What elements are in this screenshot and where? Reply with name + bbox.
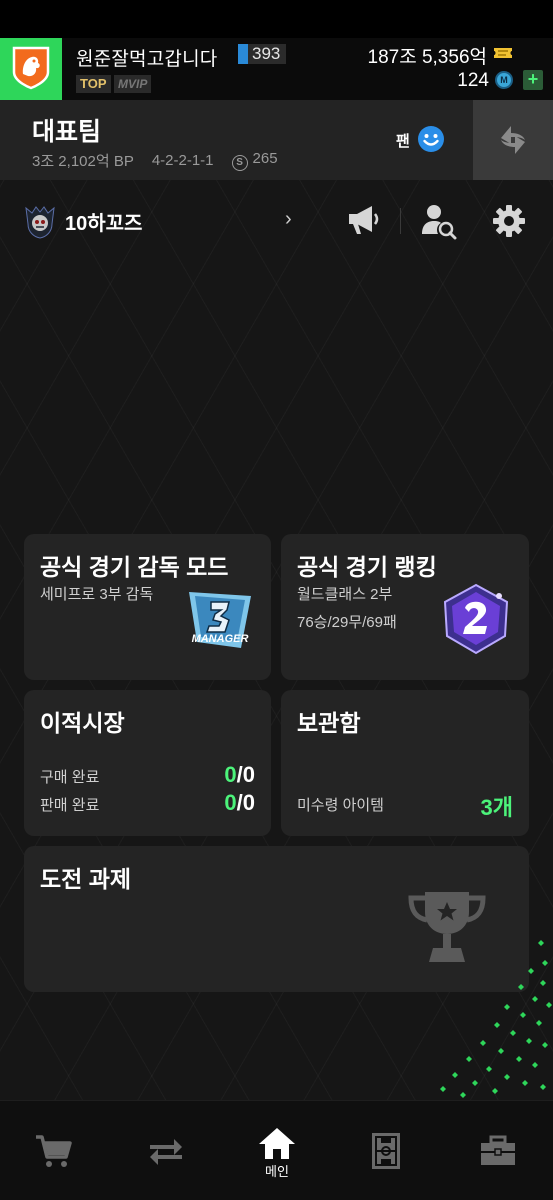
shop-cart-icon[interactable] [34,1131,74,1171]
unclaimed-count-value: 3개 [480,795,513,820]
fc-coin-icon: M [495,71,513,89]
buy-complete-count: 0/0 [224,762,255,788]
transfer-arrows-icon[interactable] [146,1131,186,1171]
ranking-division: 월드클래스 2부 [297,586,393,603]
team-stats: 3조 2,102억 BP 4-2-2-1-1 S 265 [32,150,278,171]
profile-bar: 원준잘먹고갑니다 393 TOP MVIP 187조 5,356억 124 M … [0,38,553,100]
chevron-right-icon[interactable]: › [285,208,292,231]
pitch-icon[interactable] [366,1131,406,1171]
sell-total-value: /0 [236,790,255,815]
buy-total-value: /0 [236,762,255,787]
unclaimed-items-count: 3개 [481,790,513,822]
guild-name[interactable]: 10하꼬즈 [65,207,142,236]
user-search-icon[interactable] [420,202,458,240]
sell-done-value: 0 [224,790,237,815]
storage-card[interactable]: 보관함 미수령 아이템 3개 [281,690,529,836]
fan-label[interactable]: 팬 [396,130,410,151]
club-crest-icon [12,46,50,90]
divider [400,208,401,234]
team-title: 대표팀 [32,118,102,146]
manager-division-emblem: MANAGER [189,592,251,648]
fc-amount: 124 [457,70,489,91]
manager-mode-card[interactable]: 공식 경기 감독 모드 세미프로 3부 감독 MANAGER [24,534,271,680]
salary-icon: S [231,155,248,171]
worldclass-division-emblem [443,583,509,655]
salary-value: 265 [252,150,278,167]
transfer-market-title: 이적시장 [40,710,125,736]
status-bar [0,0,553,38]
ranking-title: 공식 경기 랭킹 [297,554,437,580]
manager-mode-division: 세미프로 3부 감독 [40,586,154,603]
swap-team-button[interactable] [473,100,553,180]
guild-row: 10하꼬즈 › [0,180,553,260]
team-formation: 4-2-2-1-1 [151,152,214,169]
guild-emblem-icon[interactable] [22,204,58,240]
manager-mode-title: 공식 경기 감독 모드 [40,554,229,580]
club-logo[interactable] [0,38,62,100]
locker-icon[interactable] [478,1131,518,1171]
team-value: 3조 2,102억 BP [32,153,134,170]
home-icon[interactable] [257,1125,297,1165]
ranking-card[interactable]: 공식 경기 랭킹 월드클래스 2부 76승/29무/69패 [281,534,529,680]
team-bar[interactable]: 대표팀 3조 2,102억 BP 4-2-2-1-1 S 265 팬 [0,100,553,180]
username[interactable]: 원준잘먹고갑니다 [76,44,217,71]
swap-arrows-icon [501,126,525,154]
main-area: 10하꼬즈 › 공식 경기 감독 모드 세미프로 3부 감독 MANAGER 공… [0,180,553,1100]
megaphone-icon[interactable] [346,202,382,238]
sell-complete-count: 0/0 [224,790,255,816]
manager-emblem-text: MANAGER [192,633,249,645]
buy-done-value: 0 [224,762,237,787]
fan-smiley-icon[interactable] [416,124,446,154]
ranking-record: 76승/29무/69패 [297,614,397,631]
transfer-market-card[interactable]: 이적시장 구매 완료 0/0 판매 완료 0/0 [24,690,271,836]
unclaimed-items-label: 미수령 아이템 [297,797,384,814]
nav-main-label[interactable]: 메인 [262,1161,292,1180]
team-salary: S 265 [231,150,278,171]
challenges-title: 도전 과제 [40,866,132,892]
settings-gear-icon[interactable] [492,204,526,238]
decorative-dot-pattern [440,940,552,1098]
add-fc-button[interactable]: + [523,70,543,90]
mvip-badge: MVIP [114,75,152,93]
bp-amount: 187조 5,356억 [367,47,488,68]
bp-ticket-icon [494,48,512,58]
level-badge: 393 [238,44,287,64]
buy-complete-label: 구매 완료 [40,769,100,786]
sell-complete-label: 판매 완료 [40,797,100,814]
bottom-nav: 메인 [0,1100,553,1200]
storage-title: 보관함 [297,710,361,736]
top-badge: TOP [76,75,111,93]
